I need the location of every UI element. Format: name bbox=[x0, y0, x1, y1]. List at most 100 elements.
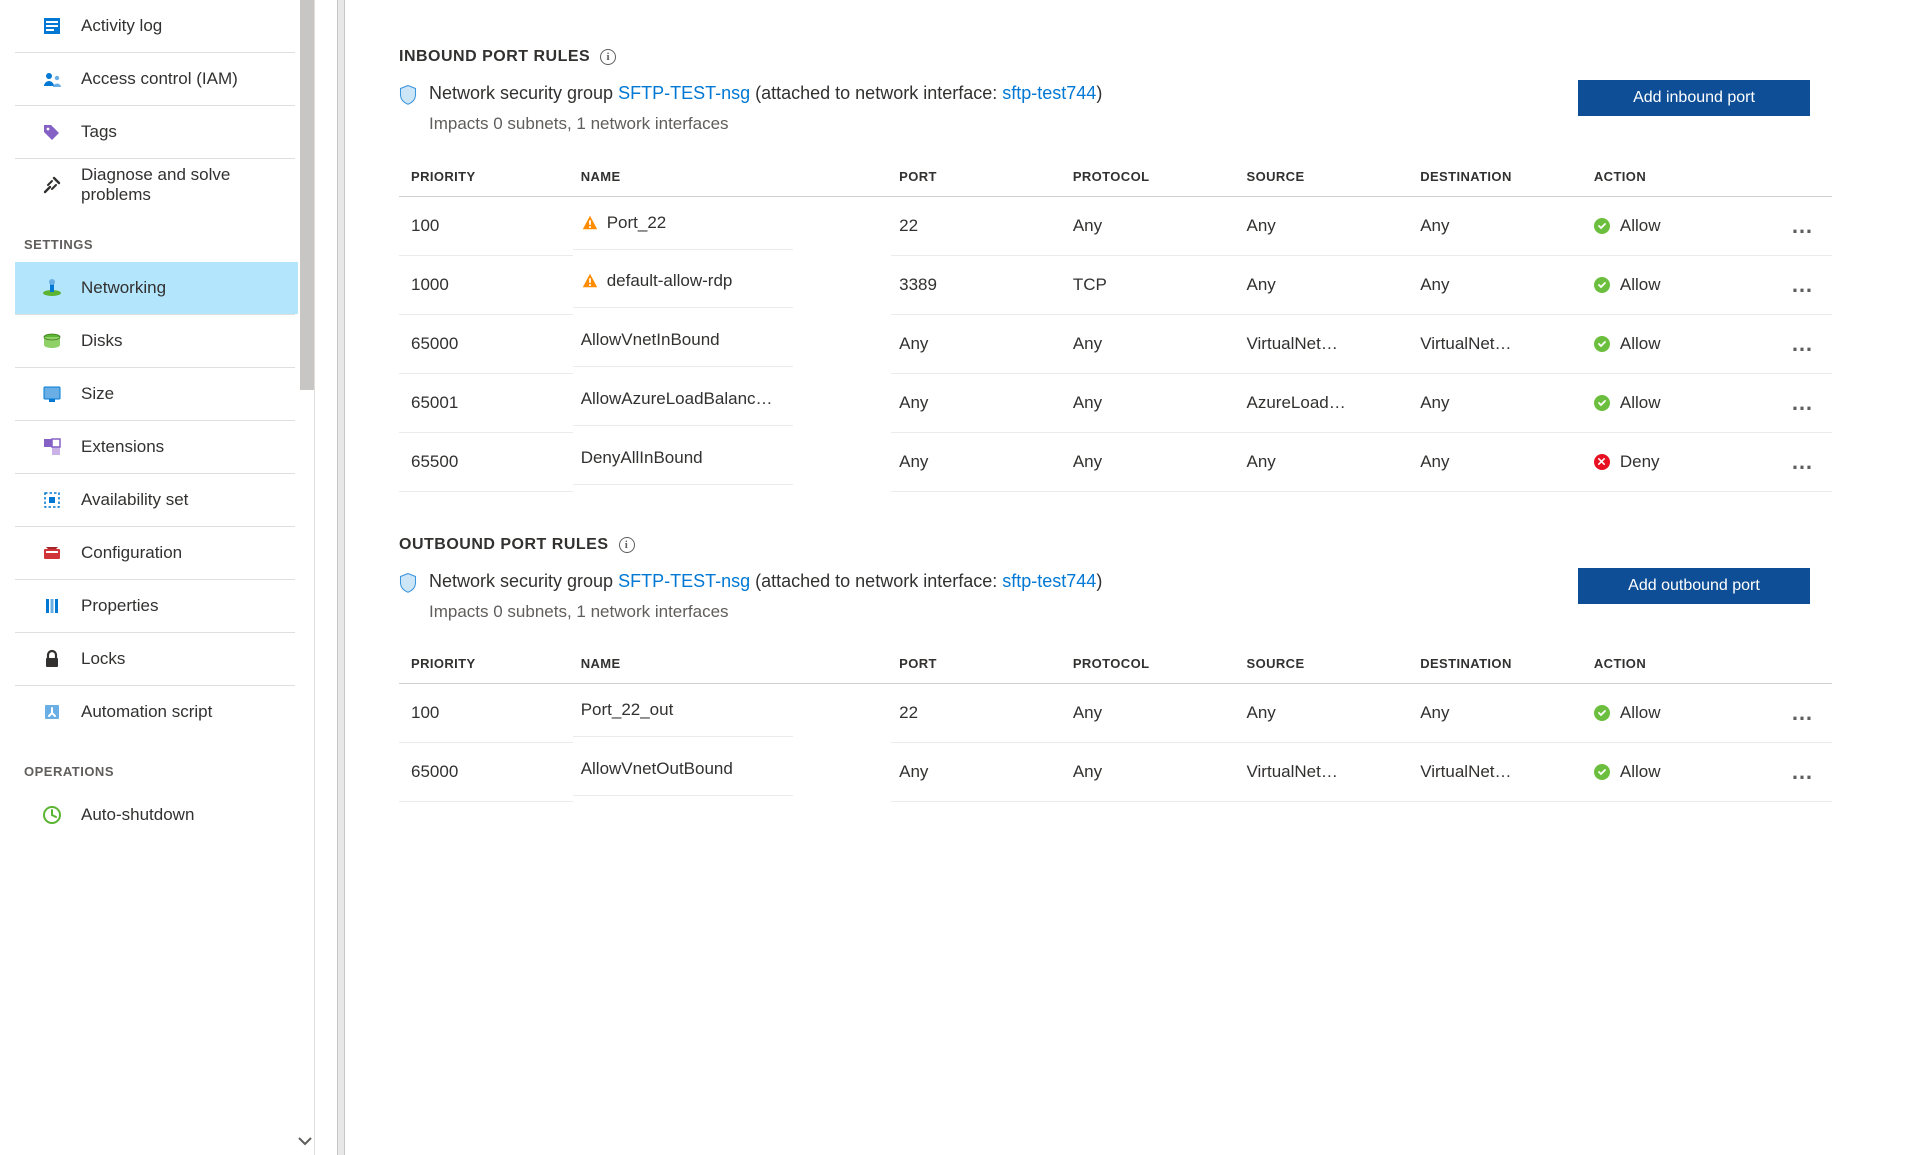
column-header[interactable]: SOURCE bbox=[1239, 157, 1413, 197]
extensions-icon bbox=[41, 436, 63, 458]
priority-cell: 1000 bbox=[399, 255, 573, 314]
port-cell: 3389 bbox=[891, 255, 1065, 314]
shield-icon bbox=[399, 84, 417, 104]
priority-cell: 100 bbox=[399, 196, 573, 255]
destination-cell: VirtualNet… bbox=[1412, 743, 1586, 802]
sidebar-item-properties[interactable]: Properties bbox=[15, 580, 298, 632]
column-header[interactable]: PRIORITY bbox=[399, 157, 573, 197]
ellipsis-icon: … bbox=[1791, 759, 1815, 784]
column-header[interactable]: NAME bbox=[573, 157, 891, 197]
add-inbound-port-button[interactable]: Add inbound port bbox=[1578, 80, 1810, 116]
protocol-cell: Any bbox=[1065, 196, 1239, 255]
more-actions-button[interactable]: … bbox=[1774, 373, 1832, 432]
column-header[interactable]: PRIORITY bbox=[399, 644, 573, 684]
protocol-cell: Any bbox=[1065, 373, 1239, 432]
allow-icon bbox=[1594, 764, 1610, 780]
column-header[interactable]: ACTION bbox=[1586, 157, 1774, 197]
add-outbound-port-button[interactable]: Add outbound port bbox=[1578, 568, 1810, 604]
more-actions-button[interactable]: … bbox=[1774, 196, 1832, 255]
chevron-down-icon[interactable] bbox=[298, 1133, 312, 1149]
sidebar-scrollbar[interactable] bbox=[300, 0, 314, 390]
nsg-link[interactable]: SFTP-TEST-nsg bbox=[618, 83, 750, 103]
rule-row[interactable]: 1000default-allow-rdp3389TCPAnyAnyAllow… bbox=[399, 255, 1832, 314]
column-header[interactable]: NAME bbox=[573, 644, 891, 684]
source-cell: Any bbox=[1239, 255, 1413, 314]
nsg-impacts: Impacts 0 subnets, 1 network interfaces bbox=[429, 111, 1149, 137]
sidebar-item-size[interactable]: Size bbox=[15, 368, 298, 420]
sidebar-item-configuration[interactable]: Configuration bbox=[15, 527, 298, 579]
action-cell: Deny bbox=[1586, 432, 1774, 491]
priority-cell: 65000 bbox=[399, 743, 573, 802]
nic-link[interactable]: sftp-test744 bbox=[1002, 571, 1096, 591]
availability-set-icon bbox=[41, 489, 63, 511]
sidebar-item-diagnose-and-solve-problems[interactable]: Diagnose and solve problems bbox=[15, 159, 298, 211]
rule-row[interactable]: 100Port_22_out22AnyAnyAnyAllow… bbox=[399, 684, 1832, 743]
column-header[interactable]: DESTINATION bbox=[1412, 157, 1586, 197]
sidebar-item-networking[interactable]: Networking bbox=[15, 262, 298, 314]
protocol-cell: Any bbox=[1065, 314, 1239, 373]
column-header[interactable]: PROTOCOL bbox=[1065, 157, 1239, 197]
info-icon[interactable]: i bbox=[619, 537, 635, 553]
rule-row[interactable]: 100Port_2222AnyAnyAnyAllow… bbox=[399, 196, 1832, 255]
main-content: INBOUND PORT RULES i Network security gr… bbox=[367, 0, 1930, 1155]
nsg-suffix: ) bbox=[1096, 83, 1102, 103]
sidebar-item-label: Size bbox=[81, 384, 114, 404]
size-icon bbox=[41, 383, 63, 405]
column-header[interactable]: PROTOCOL bbox=[1065, 644, 1239, 684]
automation-script-icon bbox=[41, 701, 63, 723]
destination-cell: VirtualNet… bbox=[1412, 314, 1586, 373]
nsg-link[interactable]: SFTP-TEST-nsg bbox=[618, 571, 750, 591]
sidebar-item-disks[interactable]: Disks bbox=[15, 315, 298, 367]
sidebar-section-settings: SETTINGS bbox=[0, 211, 310, 262]
more-actions-button[interactable]: … bbox=[1774, 743, 1832, 802]
sidebar-item-locks[interactable]: Locks bbox=[15, 633, 298, 685]
sidebar-item-access-control-iam-[interactable]: Access control (IAM) bbox=[15, 53, 298, 105]
sidebar-item-label: Networking bbox=[81, 278, 166, 298]
column-header[interactable]: DESTINATION bbox=[1412, 644, 1586, 684]
name-cell: Port_22_out bbox=[573, 684, 793, 737]
nic-link[interactable]: sftp-test744 bbox=[1002, 83, 1096, 103]
sidebar-item-automation-script[interactable]: Automation script bbox=[15, 686, 298, 738]
allow-icon bbox=[1594, 336, 1610, 352]
port-cell: Any bbox=[891, 373, 1065, 432]
rule-row[interactable]: 65000AllowVnetOutBoundAnyAnyVirtualNet…V… bbox=[399, 743, 1832, 802]
more-actions-button[interactable]: … bbox=[1774, 314, 1832, 373]
info-icon[interactable]: i bbox=[600, 49, 616, 65]
auto-shutdown-icon bbox=[41, 804, 63, 826]
destination-cell: Any bbox=[1412, 432, 1586, 491]
more-actions-button[interactable]: … bbox=[1774, 684, 1832, 743]
column-header[interactable]: ACTION bbox=[1586, 644, 1774, 684]
destination-cell: Any bbox=[1412, 373, 1586, 432]
locks-icon bbox=[41, 648, 63, 670]
shield-icon bbox=[399, 572, 417, 592]
name-cell: default-allow-rdp bbox=[573, 255, 793, 308]
inbound-title: INBOUND PORT RULES bbox=[399, 48, 590, 66]
inbound-rules-table: PRIORITYNAMEPORTPROTOCOLSOURCEDESTINATIO… bbox=[399, 157, 1832, 492]
sidebar-item-extensions[interactable]: Extensions bbox=[15, 421, 298, 473]
ellipsis-icon: … bbox=[1791, 449, 1815, 474]
rule-row[interactable]: 65000AllowVnetInBoundAnyAnyVirtualNet…Vi… bbox=[399, 314, 1832, 373]
column-header[interactable]: SOURCE bbox=[1239, 644, 1413, 684]
sidebar-item-availability-set[interactable]: Availability set bbox=[15, 474, 298, 526]
nsg-prefix: Network security group bbox=[429, 83, 618, 103]
outbound-section: OUTBOUND PORT RULES i Network security g… bbox=[377, 536, 1930, 803]
port-cell: 22 bbox=[891, 684, 1065, 743]
protocol-cell: Any bbox=[1065, 432, 1239, 491]
destination-cell: Any bbox=[1412, 196, 1586, 255]
sidebar-item-label: Activity log bbox=[81, 16, 162, 36]
column-header[interactable]: PORT bbox=[891, 644, 1065, 684]
sidebar-item-activity-log[interactable]: Activity log bbox=[15, 0, 298, 52]
nsg-impacts: Impacts 0 subnets, 1 network interfaces bbox=[429, 599, 1149, 625]
ellipsis-icon: … bbox=[1791, 272, 1815, 297]
rule-row[interactable]: 65500DenyAllInBoundAnyAnyAnyAnyDeny… bbox=[399, 432, 1832, 491]
rule-row[interactable]: 65001AllowAzureLoadBalanc…AnyAnyAzureLoa… bbox=[399, 373, 1832, 432]
pane-divider[interactable] bbox=[315, 0, 367, 1155]
column-header[interactable]: PORT bbox=[891, 157, 1065, 197]
sidebar-item-auto-shutdown[interactable]: Auto-shutdown bbox=[15, 789, 298, 841]
port-cell: Any bbox=[891, 314, 1065, 373]
more-actions-button[interactable]: … bbox=[1774, 432, 1832, 491]
sidebar-item-tags[interactable]: Tags bbox=[15, 106, 298, 158]
sidebar-item-label: Access control (IAM) bbox=[81, 69, 238, 89]
more-actions-button[interactable]: … bbox=[1774, 255, 1832, 314]
protocol-cell: Any bbox=[1065, 684, 1239, 743]
